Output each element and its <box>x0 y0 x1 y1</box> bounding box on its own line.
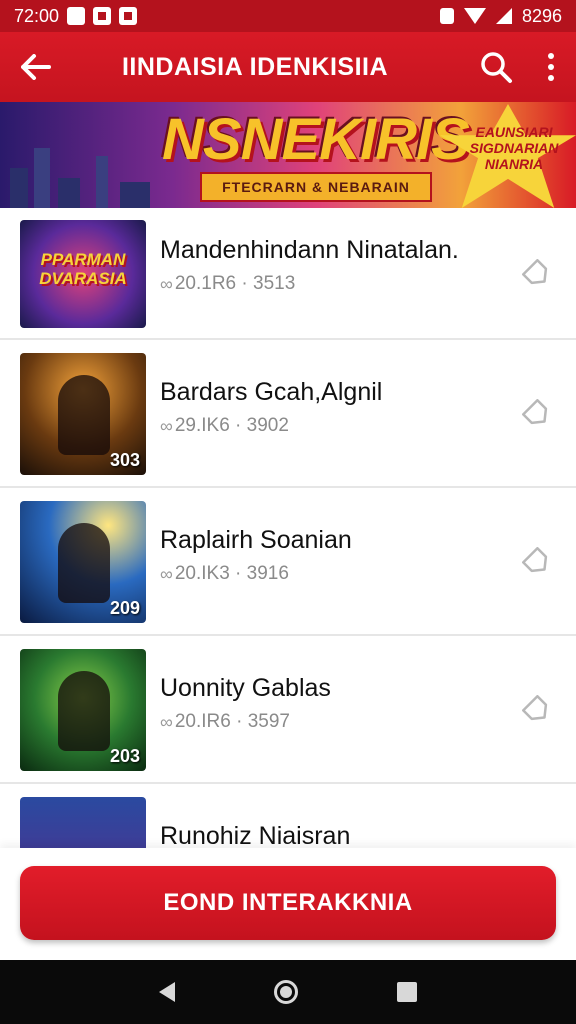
banner-headline: NSNEKIRIS <box>162 107 470 172</box>
character-graphic <box>58 671 110 751</box>
bottom-action-area: EOND INTERAKKNIA <box>0 848 576 960</box>
list-item[interactable]: 209 Raplairh Soanian ∞ 20.IK3 · 3916 <box>0 488 576 636</box>
content-list: PPARMAN DVARASIA Mandenhindann Ninatalan… <box>0 208 576 848</box>
banner-subtitle: FTECRARN & NEBARAIN <box>200 172 432 202</box>
item-thumbnail: 209 <box>20 501 146 623</box>
character-graphic <box>58 523 110 603</box>
more-vert-icon <box>548 53 554 59</box>
banner-badge-line: EAUNSIARI <box>475 124 553 140</box>
more-options-button[interactable] <box>526 32 576 102</box>
status-bar: 72:00 8296 <box>0 0 576 32</box>
list-item[interactable]: Runohiz Niaisran <box>0 784 576 848</box>
item-thumbnail <box>20 797 146 848</box>
app-notification-icon <box>119 7 138 25</box>
item-text: Uonnity Gablas ∞ 20.IR6 · 3597 <box>160 674 506 733</box>
thumbnail-count: 203 <box>109 746 140 766</box>
status-time: 72:00 <box>14 5 60 26</box>
tag-icon[interactable] <box>522 695 550 723</box>
item-meta-text: 29.IK6 · 3902 <box>174 415 289 436</box>
item-thumbnail: 303 <box>20 353 146 475</box>
list-item[interactable]: 203 Uonnity Gablas ∞ 20.IR6 · 3597 <box>0 636 576 784</box>
link-icon: ∞ <box>160 415 173 436</box>
battery-level: 8296 <box>521 5 562 26</box>
thumbnail-count: 209 <box>109 598 140 618</box>
nav-back-icon[interactable] <box>159 982 176 1002</box>
item-meta-text: 20.IK3 · 3916 <box>174 563 289 584</box>
notification-icon <box>67 7 86 25</box>
thumbnail-count: 303 <box>109 450 140 470</box>
item-title: Bardars Gcah,Algnil <box>160 378 383 406</box>
tag-icon[interactable] <box>522 399 550 427</box>
item-title: Raplairh Soanian <box>160 526 352 554</box>
thumbnail-label: PPARMAN DVARASIA <box>39 250 127 288</box>
item-meta: ∞ 20.1R6 · 3513 <box>160 273 506 295</box>
more-vert-icon-dot <box>548 64 554 70</box>
item-meta: ∞ 29.IK6 · 3902 <box>160 415 506 437</box>
item-title: Runohiz Niaisran <box>160 822 351 848</box>
list-item[interactable]: 303 Bardars Gcah,Algnil ∞ 29.IK6 · 3902 <box>0 340 576 488</box>
nav-recents-icon[interactable] <box>396 982 417 1002</box>
item-meta-text: 20.1R6 · 3513 <box>174 273 296 294</box>
page-title: IINDAISIA IDENKISIIA <box>121 52 389 81</box>
tag-icon[interactable] <box>522 259 550 287</box>
item-text: Runohiz Niaisran <box>160 822 506 848</box>
banner-badge: EAUNSIARI SIGDNARIAN NIANRIA <box>458 124 570 172</box>
item-title: Uonnity Gablas <box>160 674 331 702</box>
more-vert-icon-dot <box>548 75 554 81</box>
tag-icon[interactable] <box>522 547 550 575</box>
system-nav-bar <box>0 960 576 1024</box>
item-meta: ∞ 20.IR6 · 3597 <box>160 711 506 733</box>
primary-action-button[interactable]: EOND INTERAKKNIA <box>20 866 556 940</box>
link-icon: ∞ <box>160 273 173 294</box>
item-meta-text: 20.IR6 · 3597 <box>174 711 290 732</box>
nav-home-icon[interactable] <box>273 980 298 1004</box>
back-button[interactable] <box>0 32 72 102</box>
list-item[interactable]: PPARMAN DVARASIA Mandenhindann Ninatalan… <box>0 208 576 340</box>
item-meta: ∞ 20.IK3 · 3916 <box>160 563 506 585</box>
item-thumbnail: 203 <box>20 649 146 771</box>
search-button[interactable] <box>466 32 526 102</box>
item-text: Raplairh Soanian ∞ 20.IK3 · 3916 <box>160 526 506 585</box>
item-text: Mandenhindann Ninatalan. ∞ 20.1R6 · 3513 <box>160 236 506 295</box>
item-thumbnail: PPARMAN DVARASIA <box>20 220 146 328</box>
photo-icon <box>93 7 112 25</box>
character-graphic <box>58 375 110 455</box>
search-icon <box>481 52 512 83</box>
banner-badge-line: SIGDNARIAN <box>469 140 559 156</box>
link-icon: ∞ <box>160 563 173 584</box>
promo-banner[interactable]: NSNEKIRIS FTECRARN & NEBARAIN EAUNSIARI … <box>0 102 576 208</box>
wifi-icon <box>463 8 486 24</box>
item-text: Bardars Gcah,Algnil ∞ 29.IK6 · 3902 <box>160 378 506 437</box>
signal-icon <box>495 8 512 24</box>
banner-badge-line: NIANRIA <box>484 156 544 172</box>
link-icon: ∞ <box>160 711 173 732</box>
city-skyline-graphic <box>0 138 170 208</box>
arrow-left-icon <box>21 54 51 80</box>
app-bar: IINDAISIA IDENKISIIA <box>0 32 576 102</box>
item-title: Mandenhindann Ninatalan. <box>160 236 459 264</box>
vibrate-icon <box>439 8 454 24</box>
